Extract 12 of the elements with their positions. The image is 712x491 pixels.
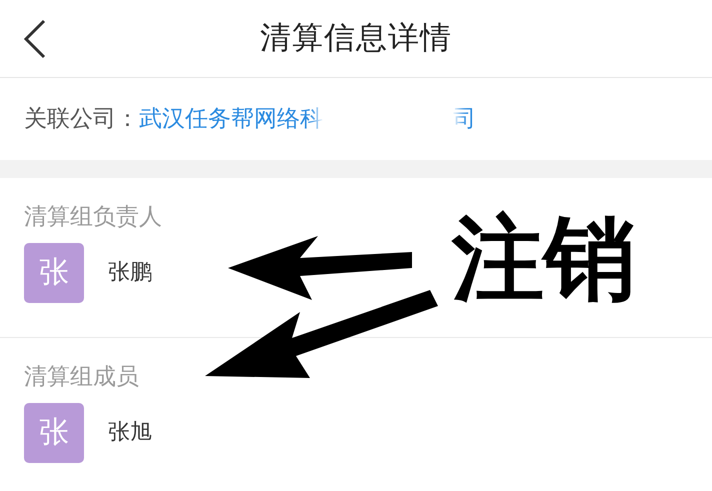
company-name-end[interactable]: 司 (453, 102, 476, 136)
company-label: 关联公司： (24, 104, 139, 134)
company-name[interactable]: 武汉任务帮网络科 (139, 102, 323, 136)
section-label: 清算组负责人 (24, 203, 163, 232)
member-name: 张旭 (108, 419, 152, 447)
section-label: 清算组成员 (24, 363, 140, 392)
member-name: 张鹏 (108, 259, 152, 287)
avatar: 张 (24, 402, 84, 462)
avatar: 张 (24, 242, 84, 302)
back-icon[interactable] (22, 18, 48, 60)
annotation-text: 注销 (452, 208, 636, 310)
page-title: 清算信息详情 (260, 19, 452, 58)
